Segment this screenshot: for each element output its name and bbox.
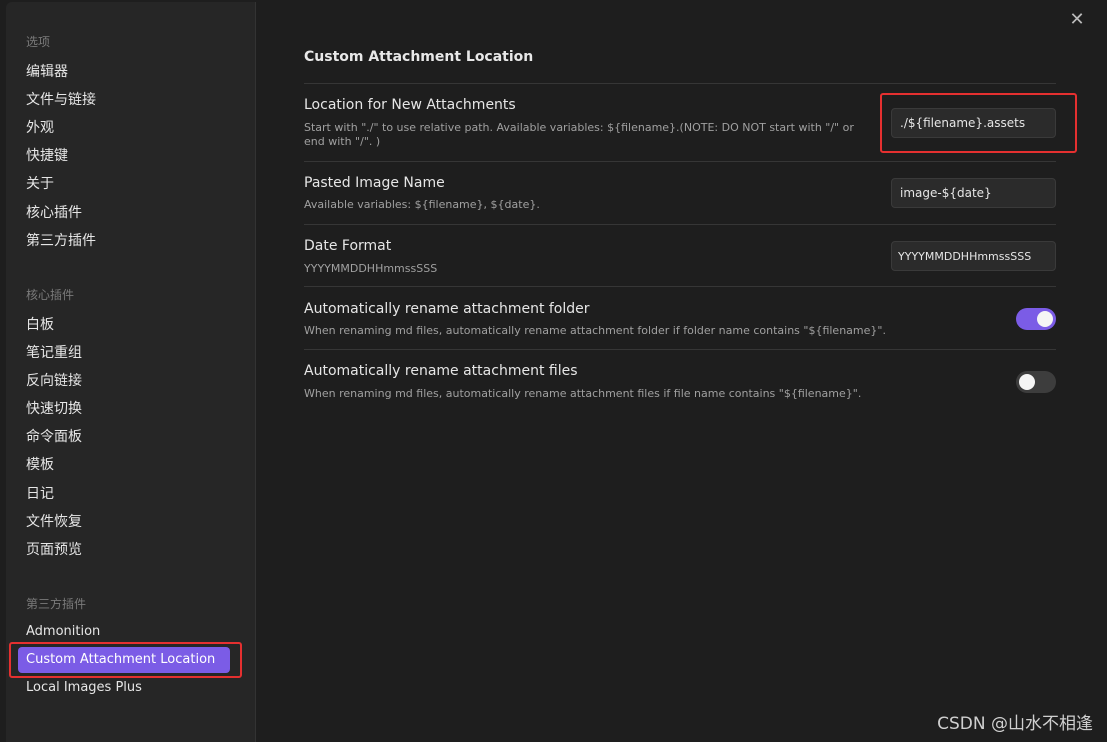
sidebar-item-files-links[interactable]: 文件与链接 [26, 89, 96, 109]
sidebar-item-command-palette[interactable]: 命令面板 [26, 426, 82, 446]
setting-name: Automatically rename attachment files [304, 363, 578, 379]
sidebar-item-page-preview[interactable]: 页面预览 [26, 539, 82, 559]
watermark: CSDN @山水不相逢 [937, 714, 1093, 734]
setting-name: Pasted Image Name [304, 175, 445, 191]
setting-description: When renaming md files, automatically re… [304, 324, 886, 337]
sidebar-item-note-composer[interactable]: 笔记重组 [26, 342, 82, 362]
toggle-knob [1019, 374, 1035, 390]
sidebar-item-templates[interactable]: 模板 [26, 454, 54, 474]
setting-rename-attachment-files: Automatically rename attachment files Wh… [304, 349, 1056, 413]
setting-rename-attachment-folder: Automatically rename attachment folder W… [304, 286, 1056, 350]
section-title-core-plugins: 核心插件 [26, 288, 75, 302]
date-format-input[interactable] [891, 241, 1056, 271]
sidebar-item-local-images-plus[interactable]: Local Images Plus [26, 680, 142, 695]
sidebar-item-canvas[interactable]: 白板 [26, 314, 54, 334]
setting-description: YYYYMMDDHHmmssSSS [304, 262, 438, 275]
sidebar-item-appearance[interactable]: 外观 [26, 117, 54, 137]
sidebar-item-backlinks[interactable]: 反向链接 [26, 370, 82, 390]
sidebar-item-admonition[interactable]: Admonition [26, 624, 100, 639]
section-title-community-plugins: 第三方插件 [26, 597, 87, 611]
annotation-highlight-input [880, 93, 1077, 153]
rename-files-toggle[interactable] [1016, 371, 1056, 393]
section-title-options: 选项 [26, 35, 51, 49]
setting-pasted-image-name: Pasted Image Name Available variables: $… [304, 161, 1056, 225]
setting-description: Start with "./" to use relative path. Av… [304, 121, 854, 148]
sidebar-item-daily-notes[interactable]: 日记 [26, 483, 54, 503]
sidebar-item-editor[interactable]: 编辑器 [26, 61, 68, 81]
sidebar-item-about[interactable]: 关于 [26, 173, 54, 193]
annotation-highlight-sidebar [9, 642, 242, 678]
setting-name: Location for New Attachments [304, 97, 516, 113]
setting-date-format: Date Format YYYYMMDDHHmmssSSS [304, 224, 1056, 287]
rename-folder-toggle[interactable] [1016, 308, 1056, 330]
sidebar-item-core-plugins[interactable]: 核心插件 [26, 202, 82, 222]
settings-window: 选项 编辑器 文件与链接 外观 快捷键 关于 核心插件 第三方插件 核心插件 白… [0, 0, 1107, 742]
toggle-knob [1037, 311, 1053, 327]
page-title: Custom Attachment Location [304, 49, 534, 65]
setting-description: When renaming md files, automatically re… [304, 387, 862, 400]
setting-name: Date Format [304, 238, 392, 254]
pasted-image-name-input[interactable] [891, 178, 1056, 208]
sidebar-item-file-recovery[interactable]: 文件恢复 [26, 511, 82, 531]
close-icon[interactable]: ✕ [1067, 10, 1087, 30]
settings-sidebar: 选项 编辑器 文件与链接 外观 快捷键 关于 核心插件 第三方插件 核心插件 白… [6, 2, 256, 742]
sidebar-item-community-plugins[interactable]: 第三方插件 [26, 230, 96, 250]
sidebar-item-hotkeys[interactable]: 快捷键 [26, 145, 68, 165]
setting-description: Available variables: ${filename}, ${date… [304, 198, 540, 211]
sidebar-item-quick-switcher[interactable]: 快速切换 [26, 398, 82, 418]
setting-name: Automatically rename attachment folder [304, 301, 590, 317]
